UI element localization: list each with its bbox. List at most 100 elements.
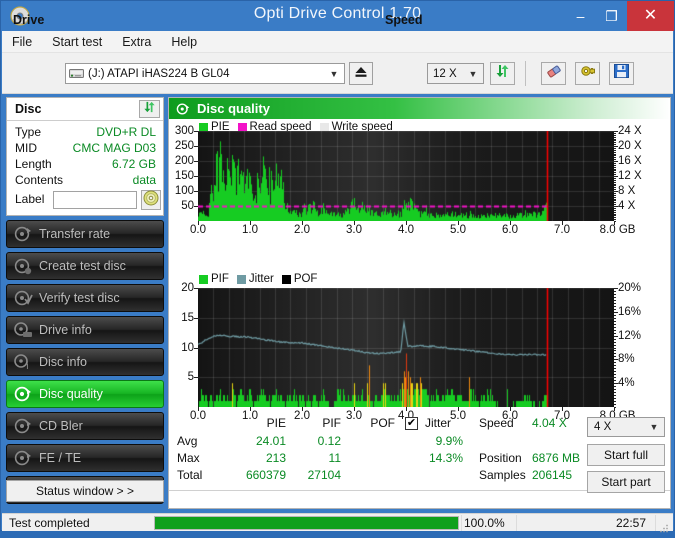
status-window-button[interactable]: Status window > >	[6, 480, 164, 502]
eject-button[interactable]	[349, 62, 373, 85]
x-tick-mark	[302, 407, 303, 411]
disc-verify-icon	[13, 289, 33, 307]
y-tick-label: 250	[174, 140, 194, 152]
y2-minor-tick	[614, 189, 616, 191]
drive-info-icon	[13, 321, 33, 339]
x-tick-mark	[198, 221, 199, 225]
sidebar-item-label: FE / TE	[39, 451, 82, 465]
sidebar-item-disc-quality[interactable]: Disc quality	[6, 380, 164, 408]
chevron-down-icon[interactable]: ▼	[326, 64, 342, 83]
eraser-icon	[546, 64, 562, 84]
start-part-button[interactable]: Start part	[587, 471, 665, 493]
refresh-button[interactable]	[490, 62, 515, 85]
stats-samples-value: 206145	[532, 468, 573, 482]
app-window: Opti Drive Control 1.70 – ❐ ✕ File Start…	[0, 0, 675, 533]
plug-icon	[580, 64, 596, 84]
y2-tick-label: 4 X	[618, 200, 636, 212]
y2-tick-label: 8%	[618, 353, 635, 366]
y-tick-mark	[194, 288, 198, 289]
y2-tick-label: 12%	[618, 329, 642, 342]
disc-label-label: Label	[15, 192, 45, 206]
chevron-down-icon[interactable]: ▼	[465, 64, 481, 83]
scan-speed-select[interactable]: 4 X ▼	[587, 417, 665, 437]
menu-item-help[interactable]: Help	[171, 35, 197, 49]
y2-minor-tick	[614, 371, 616, 373]
disc-create-icon	[13, 257, 33, 275]
sidebar-item-verify-test-disc[interactable]: Verify test disc	[6, 284, 164, 312]
y2-minor-tick	[614, 194, 616, 196]
disc-label-browse-button[interactable]	[141, 190, 161, 210]
y2-minor-tick	[614, 350, 616, 352]
stats-avg-pif: 0.12	[317, 434, 341, 448]
y2-minor-tick	[614, 164, 616, 166]
sidebar-item-transfer-rate[interactable]: Transfer rate	[6, 220, 164, 248]
y2-minor-tick	[614, 288, 616, 289]
y2-minor-tick	[614, 320, 616, 322]
close-button[interactable]: ✕	[627, 1, 674, 31]
y2-minor-tick	[614, 296, 616, 298]
y2-minor-tick	[614, 395, 616, 397]
stats-col-pif: PIF	[322, 416, 341, 430]
drive-label: Drive	[13, 13, 45, 27]
settings-button[interactable]	[575, 62, 600, 85]
sidebar-item-cd-bler[interactable]: CD Bler	[6, 412, 164, 440]
erase-button[interactable]	[541, 62, 566, 85]
disc-type-value: DVD+R DL	[96, 125, 156, 139]
sidebar-item-disc-info[interactable]: i Disc info	[6, 348, 164, 376]
maximize-button[interactable]: ❐	[596, 1, 627, 31]
x-tick-label: 7.0	[554, 224, 570, 236]
disc-refresh-button[interactable]	[139, 100, 160, 118]
title-bar: Opti Drive Control 1.70 – ❐ ✕	[1, 1, 674, 31]
x-tick-label: 2.0	[294, 224, 310, 236]
disc-quality-icon	[176, 102, 190, 116]
x-tick-label: 6.0	[502, 224, 518, 236]
y2-minor-tick	[614, 147, 616, 149]
y2-tick-label: 12 X	[618, 170, 642, 182]
stats-col-jitter: Jitter	[425, 416, 452, 430]
menu-item-start-test[interactable]: Start test	[52, 35, 102, 49]
y2-minor-tick	[614, 335, 616, 337]
start-full-button[interactable]: Start full	[587, 444, 665, 466]
y-tick-mark	[194, 377, 198, 379]
x-tick-label: 0.0	[190, 224, 206, 236]
sidebar-item-drive-info[interactable]: Drive info	[6, 316, 164, 344]
menu-bar: File Start test Extra Help	[2, 31, 673, 53]
sidebar-item-create-test-disc[interactable]: Create test disc	[6, 252, 164, 280]
y-tick-mark	[194, 161, 198, 162]
disc-row-type: Type DVD+R DL	[7, 125, 163, 141]
speed-select[interactable]: 12 X ▼	[427, 63, 484, 84]
sidebar-item-fe-te[interactable]: FE / TE	[6, 444, 164, 472]
cd-disc-icon	[143, 190, 159, 211]
resize-grip-icon[interactable]	[660, 520, 669, 533]
toolbar-separator	[525, 61, 526, 86]
disc-label-input[interactable]	[53, 191, 137, 209]
status-separator-3	[655, 515, 656, 531]
y2-tick-label: 8 X	[618, 185, 636, 197]
y2-minor-tick	[614, 183, 616, 185]
stats-avg-pie: 24.01	[255, 434, 286, 448]
y2-minor-tick	[614, 219, 616, 221]
y2-minor-tick	[614, 151, 616, 153]
stats-max-jitter: 14.3%	[428, 451, 463, 465]
x-tick-mark	[302, 221, 303, 225]
minimize-button[interactable]: –	[565, 1, 596, 31]
scan-speed-value: 4 X	[594, 421, 612, 433]
refresh-icon	[495, 64, 510, 83]
drive-select[interactable]: (J:) ATAPI iHAS224 B GL04 ▼	[65, 63, 345, 84]
x-tick-label: 4.0	[398, 224, 414, 236]
drive-icon	[69, 67, 84, 80]
y2-minor-tick	[614, 204, 616, 206]
chevron-down-icon[interactable]: ▼	[646, 418, 662, 436]
y2-minor-tick	[614, 142, 616, 144]
y2-minor-tick	[614, 176, 616, 177]
jitter-checkbox[interactable]: ✔	[405, 417, 418, 430]
y-tick-mark	[194, 191, 198, 192]
y2-minor-tick	[614, 134, 616, 136]
y2-minor-tick	[614, 404, 616, 406]
y2-minor-tick	[614, 207, 616, 209]
menu-item-file[interactable]: File	[12, 35, 32, 49]
menu-item-extra[interactable]: Extra	[122, 35, 151, 49]
save-button[interactable]	[609, 62, 634, 85]
stats-total-pie: 660379	[245, 468, 286, 482]
x-tick-label: 5.0	[450, 224, 466, 236]
